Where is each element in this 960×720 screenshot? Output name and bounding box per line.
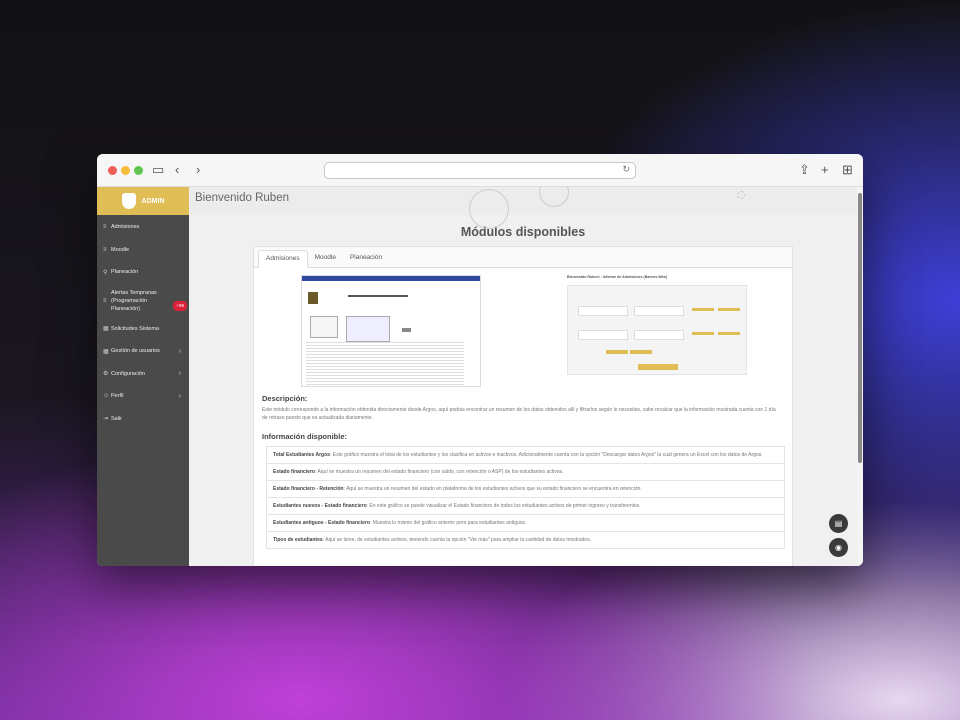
info-item: Tipos de estudiantes: Aquí se tiene, de … xyxy=(266,532,785,549)
close-window-button[interactable] xyxy=(108,166,117,175)
app: ADMIN ≡ Admisiones ≡ Moodle ⚲ Planeación… xyxy=(97,187,863,566)
folder-button[interactable]: ▤ xyxy=(829,514,848,533)
alert-count-badge: +99 xyxy=(173,300,187,311)
list-icon: ≡ xyxy=(103,297,107,304)
info-item: Total Estudiantes Argos: Este gráfico mu… xyxy=(266,446,785,464)
sidebar-item-label: Salir xyxy=(111,415,123,422)
info-item-text: : En este gráfico se puede visualizar el… xyxy=(366,503,641,509)
info-heading: Información disponible: xyxy=(262,432,348,441)
sidebar-item-label: Alertas Tempranas (Programación Planeaci… xyxy=(111,289,157,312)
share-icon[interactable]: ⇪ xyxy=(799,162,810,178)
info-item-title: Estado financiero - Retención xyxy=(273,486,344,492)
info-item-title: Estudiantes nuevos - Estado financiero xyxy=(273,503,367,509)
grid-icon: ▦ xyxy=(103,326,109,333)
info-item-text: : Aquí se tiene, de estudiantes activos,… xyxy=(322,537,592,543)
brand-label: ADMIN xyxy=(141,197,165,205)
sidebar-item-moodle[interactable]: ≡ Moodle xyxy=(97,239,189,262)
page-title: Módulos disponibles xyxy=(460,225,586,239)
pin-icon: ⚲ xyxy=(103,269,108,276)
info-item-title: Estudiantes antiguos - Estado financiero xyxy=(273,520,370,526)
argos-screenshot xyxy=(301,275,481,387)
back-icon[interactable]: ‹ xyxy=(175,162,179,178)
chevron-right-icon: › xyxy=(178,392,181,400)
info-item: Estado financiero - Retención: Aquí se m… xyxy=(266,481,785,498)
info-item-title: Estado financiero xyxy=(273,469,315,475)
users-icon: ☺ xyxy=(103,393,110,400)
sidebar-item-label: Solicitudes Sistema xyxy=(111,325,159,332)
modules-panel: Admisiones Moodle Planeación Bienvenido … xyxy=(253,246,793,566)
report-title: Bienvenido Ruben! - Informe de Admisione… xyxy=(567,275,668,279)
sidebar-item-alertas[interactable]: ≡ Alertas Tempranas (Programación Planea… xyxy=(97,284,189,318)
chevron-right-icon: › xyxy=(178,370,181,378)
browser-window: ▭ ‹ › ↻ ⇪ + ⊞ ADMIN ≡ Admisiones ≡ Moodl… xyxy=(97,154,863,566)
info-item-text: : Muestra lo mismo del gráfico anterior … xyxy=(369,520,527,526)
info-item-text: : Aquí se muestra un resumen del estado … xyxy=(314,469,564,475)
sidebar-toggle-icon[interactable]: ▭ xyxy=(152,162,164,178)
scrollbar[interactable] xyxy=(857,187,863,566)
admisiones-report-screenshot: Bienvenido Ruben! - Informe de Admisione… xyxy=(567,275,747,387)
description-heading: Descripción: xyxy=(262,394,308,403)
sidebar-item-label: Admisiones xyxy=(111,224,140,231)
sidebar-item-label: Planeación xyxy=(111,269,139,276)
info-item-text: : Este gráfico muestra el total de los e… xyxy=(329,452,763,458)
info-item: Estudiantes nuevos - Estado financiero: … xyxy=(266,498,785,515)
sidebar-item-planeacion[interactable]: ⚲ Planeación xyxy=(97,261,189,284)
sidebar-item-perfil[interactable]: ☺ Perfil › xyxy=(97,385,189,408)
top-header: Bienvenido Ruben xyxy=(189,187,857,229)
tab-moodle[interactable]: Moodle xyxy=(308,250,343,268)
decor-circle xyxy=(539,187,569,207)
minimize-window-button[interactable] xyxy=(121,166,130,175)
sidebar-item-configuracion[interactable]: ⚙ Configuración › xyxy=(97,363,189,386)
forward-icon[interactable]: › xyxy=(196,162,200,178)
browser-titlebar: ▭ ‹ › ↻ ⇪ + ⊞ xyxy=(97,154,863,187)
exit-icon: ⇥ xyxy=(103,416,109,423)
sidebar-item-label: Moodle xyxy=(111,246,130,253)
welcome-text: Bienvenido Ruben xyxy=(195,192,289,204)
sidebar-item-label: Configuración xyxy=(111,370,145,377)
tab-planeacion[interactable]: Planeación xyxy=(343,250,389,268)
info-list: Total Estudiantes Argos: Este gráfico mu… xyxy=(266,446,785,549)
scrollbar-thumb[interactable] xyxy=(858,193,862,463)
sidebar-item-salir[interactable]: ⇥ Salir xyxy=(97,408,189,431)
sidebar-item-label: Perfil xyxy=(111,393,124,400)
support-button[interactable]: ◉ xyxy=(829,538,848,557)
sidebar-item-label: Gestión de usuarios xyxy=(111,348,160,355)
info-item: Estado financiero: Aquí se muestra un re… xyxy=(266,464,785,481)
sidebar-item-gestion-usuarios[interactable]: ▦ Gestión de usuarios › xyxy=(97,340,189,363)
new-tab-icon[interactable]: + xyxy=(821,162,829,178)
tab-bar: Admisiones Moodle Planeación xyxy=(254,247,792,268)
brand[interactable]: ADMIN xyxy=(97,187,189,215)
tab-overview-icon[interactable]: ⊞ xyxy=(842,162,853,178)
reload-icon[interactable]: ↻ xyxy=(622,164,630,175)
info-item-title: Total Estudiantes Argos xyxy=(273,452,330,458)
sidebar-item-admisiones[interactable]: ≡ Admisiones xyxy=(97,216,189,239)
main-content: Bienvenido Ruben Módulos disponibles Adm… xyxy=(189,187,857,566)
gear-icon: ⚙ xyxy=(103,371,109,378)
chevron-right-icon: › xyxy=(178,347,181,355)
folder-icon: ▤ xyxy=(834,519,843,528)
sidebar: ADMIN ≡ Admisiones ≡ Moodle ⚲ Planeación… xyxy=(97,187,189,566)
info-item: Estudiantes antiguos - Estado financiero… xyxy=(266,515,785,532)
grid-icon: ▦ xyxy=(103,348,109,355)
info-item-text: : Aquí se muestra un resumen del estado … xyxy=(343,486,642,492)
description-text: Este módulo corresponde a la información… xyxy=(262,407,776,421)
decor-circle xyxy=(737,191,745,199)
maximize-window-button[interactable] xyxy=(134,166,143,175)
decor-circle xyxy=(469,189,509,229)
address-bar[interactable]: ↻ xyxy=(324,162,636,179)
headset-icon: ◉ xyxy=(835,543,842,552)
logo-icon xyxy=(121,193,136,209)
sidebar-item-solicitudes[interactable]: ▦ Solicitudes Sistema xyxy=(97,318,189,341)
info-item-title: Tipos de estudiantes xyxy=(273,537,323,543)
list-icon: ≡ xyxy=(103,224,107,231)
tab-admisiones[interactable]: Admisiones xyxy=(258,250,308,268)
list-icon: ≡ xyxy=(103,246,107,253)
